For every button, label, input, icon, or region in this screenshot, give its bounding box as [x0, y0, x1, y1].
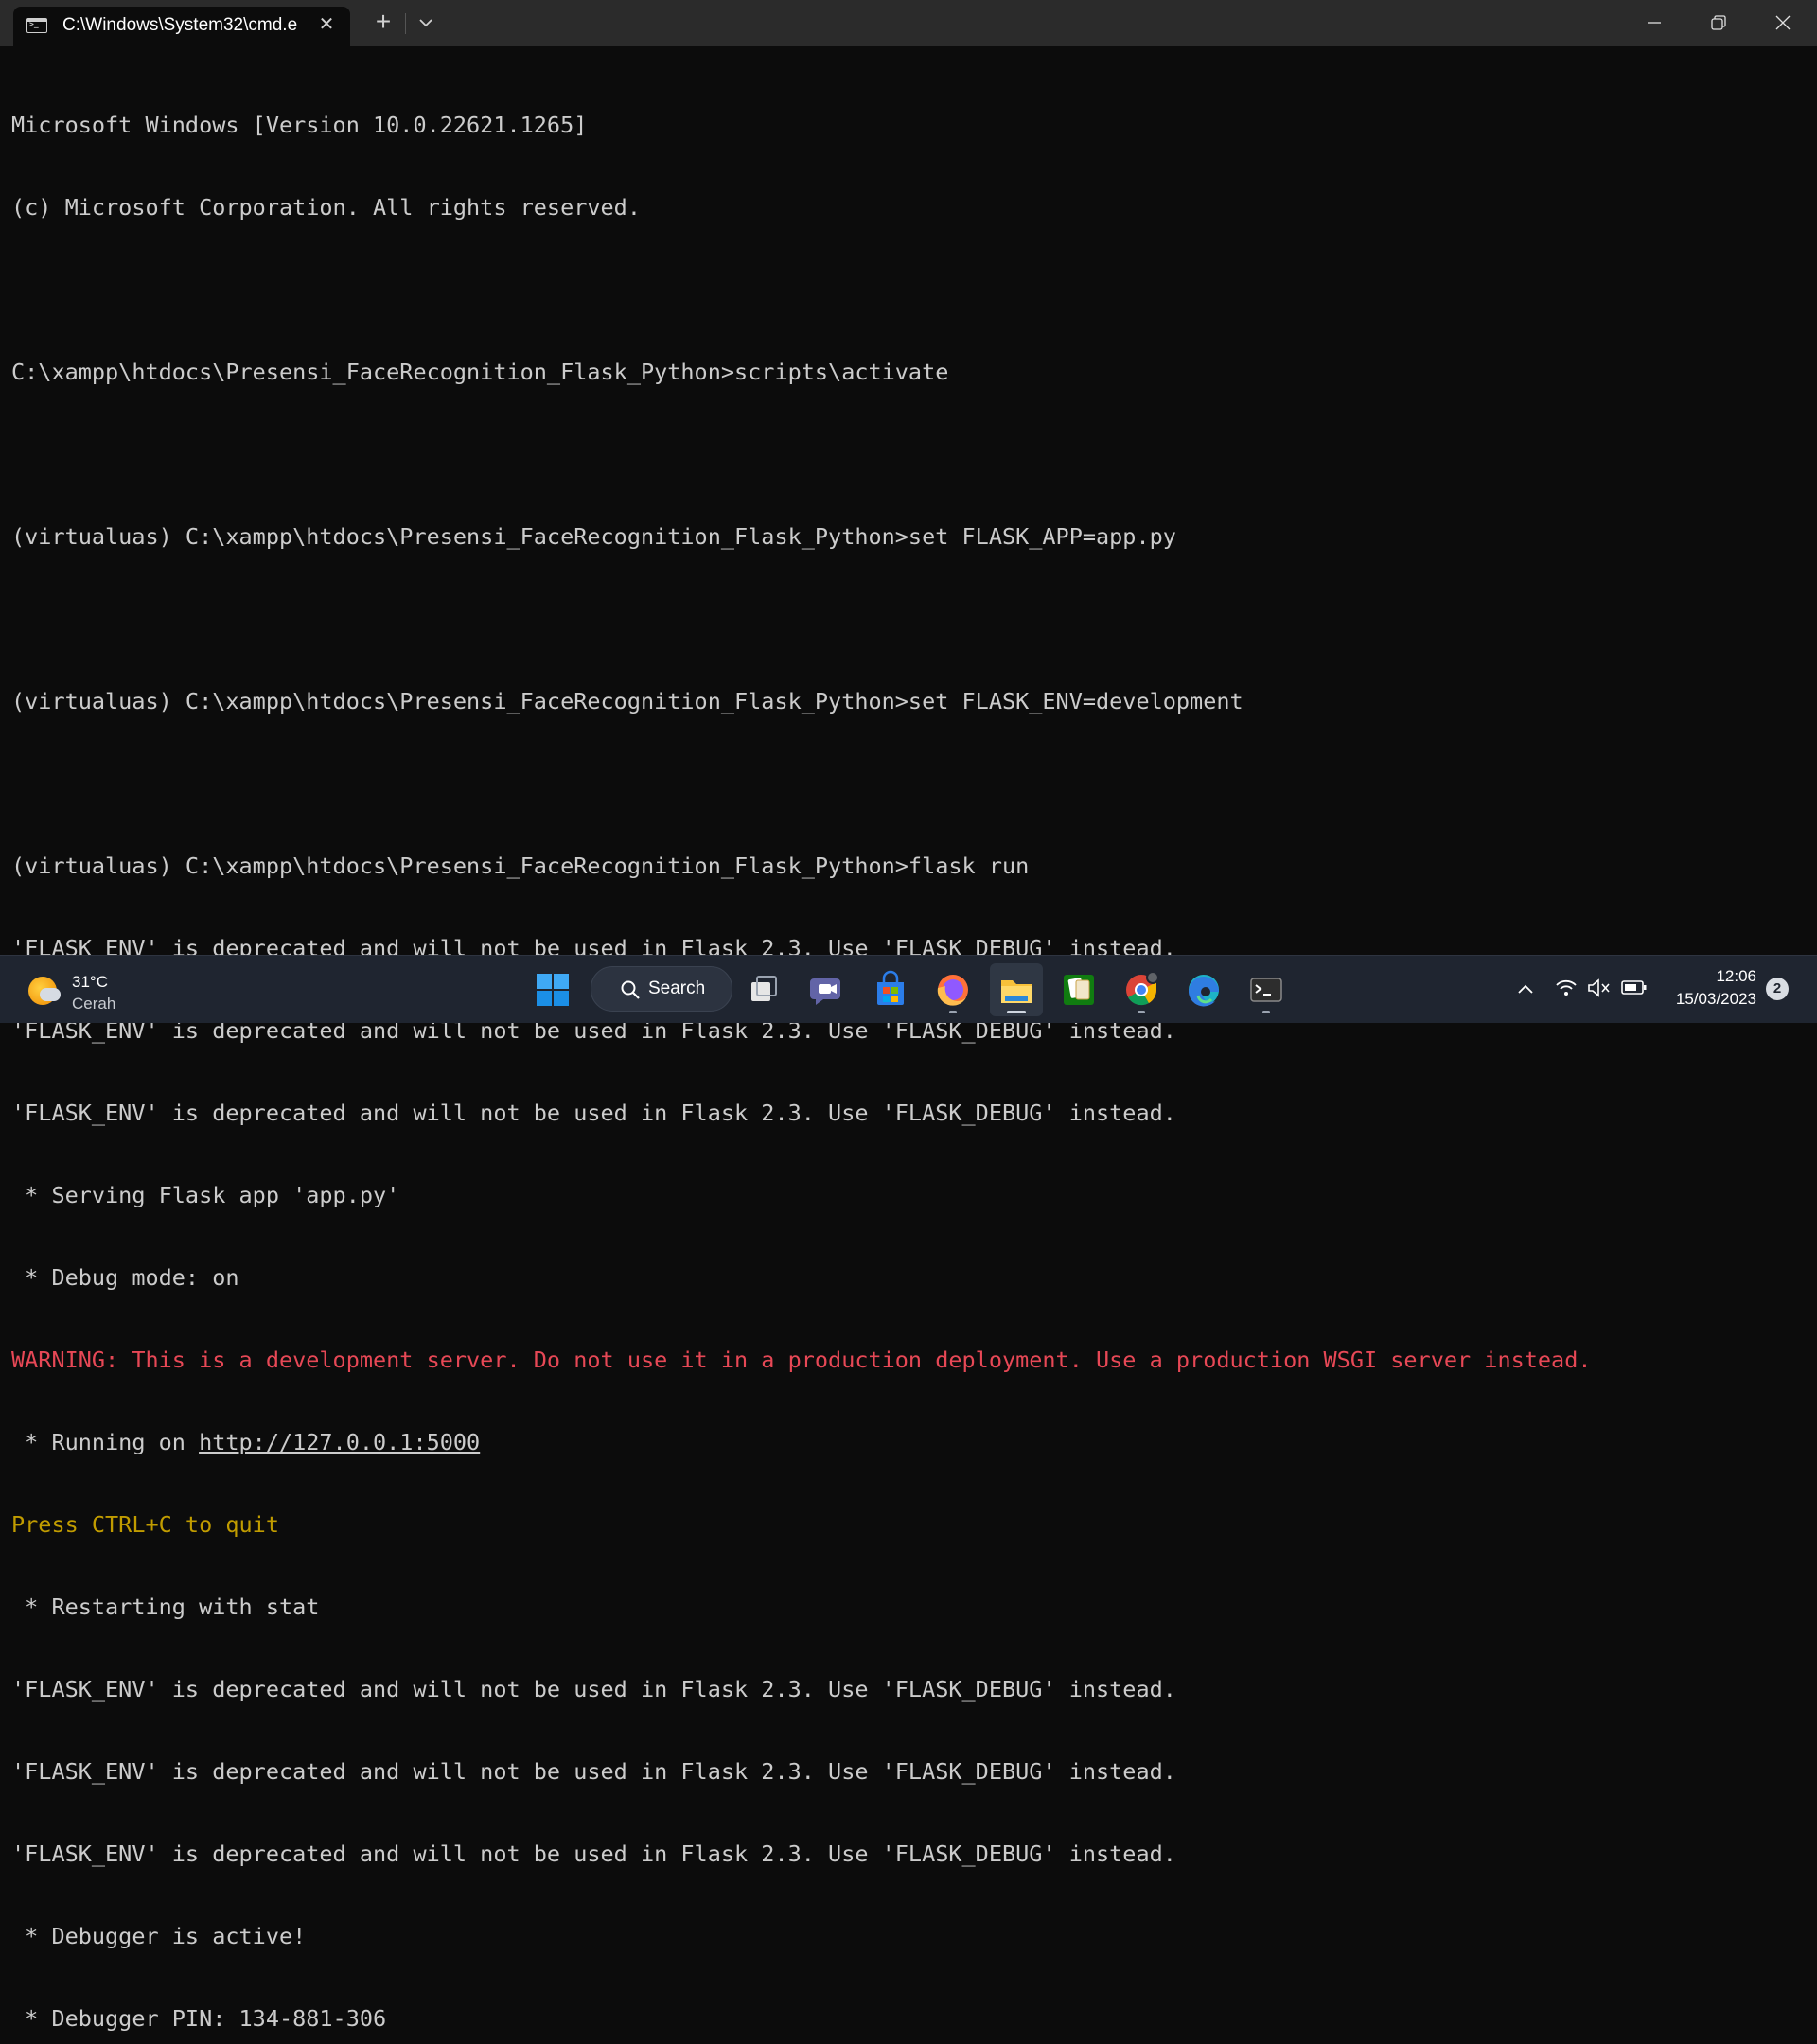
taskbar: 31°C Cerah Search 12:06 15/03/2023 2 — [0, 955, 1817, 1023]
chevron-up-icon[interactable] — [1514, 978, 1537, 1001]
file-explorer-button[interactable] — [990, 963, 1043, 1016]
running-indicator — [1138, 1011, 1145, 1013]
clock-time[interactable]: 12:06 — [1666, 967, 1756, 986]
minimize-button[interactable] — [1622, 0, 1686, 46]
firefox-icon — [937, 975, 968, 1006]
tab-separator — [405, 13, 406, 34]
terminal-line: * Restarting with stat — [11, 1594, 320, 1620]
search-icon — [621, 980, 640, 999]
terminal-line: Microsoft Windows [Version 10.0.22621.12… — [11, 112, 588, 138]
terminal-line: 'FLASK_ENV' is deprecated and will not b… — [11, 1676, 1176, 1702]
terminal-line: (virtualuas) C:\xampp\htdocs\Presensi_Fa… — [11, 523, 1176, 550]
title-bar: C:\Windows\System32\cmd.e ✕ + — [0, 0, 1817, 46]
tab-close-icon[interactable]: ✕ — [314, 12, 339, 37]
terminal-line: * Serving Flask app 'app.py' — [11, 1182, 400, 1208]
notification-badge[interactable]: 2 — [1766, 978, 1789, 1000]
chevron-down-icon[interactable] — [413, 9, 439, 36]
terminal-line: 'FLASK_ENV' is deprecated and will not b… — [11, 1758, 1176, 1785]
restore-icon — [1711, 15, 1726, 30]
minimize-icon — [1648, 22, 1661, 24]
task-view-icon — [751, 976, 777, 1001]
weather-temp: 31°C — [72, 973, 108, 991]
tab-title: C:\Windows\System32\cmd.e — [62, 15, 298, 35]
task-view-button[interactable] — [736, 963, 789, 1016]
terminal-line: * Debugger PIN: 134-881-306 — [11, 2005, 387, 2032]
terminal-line: C:\xampp\htdocs\Presensi_FaceRecognition… — [11, 359, 949, 385]
terminal-line: (virtualuas) C:\xampp\htdocs\Presensi_Fa… — [11, 688, 1244, 714]
weather-cloud-icon — [40, 988, 61, 1001]
teams-chat-button[interactable] — [801, 963, 854, 1016]
terminal-output[interactable]: Microsoft Windows [Version 10.0.22621.12… — [11, 57, 1809, 2032]
start-button[interactable] — [526, 963, 579, 1016]
file-explorer-icon — [1001, 980, 1032, 1003]
terminal-icon — [1250, 978, 1282, 1002]
new-tab-button[interactable]: + — [369, 8, 397, 36]
weather-condition: Cerah — [72, 995, 116, 1013]
weather-widget[interactable]: 31°C Cerah — [26, 965, 178, 1014]
terminal-line: * Debugger is active! — [11, 1923, 307, 1949]
running-indicator — [1262, 1011, 1270, 1013]
teams-chat-icon — [810, 978, 840, 1005]
clock-date[interactable]: 15/03/2023 — [1666, 990, 1756, 1009]
terminal-line: 'FLASK_ENV' is deprecated and will not b… — [11, 1100, 1176, 1126]
server-url-link[interactable]: http://127.0.0.1:5000 — [199, 1429, 480, 1455]
volume-muted-icon[interactable] — [1586, 977, 1613, 999]
terminal-line: (virtualuas) C:\xampp\htdocs\Presensi_Fa… — [11, 853, 1030, 879]
microsoft-store-icon — [877, 970, 904, 1005]
quit-hint-line: Press CTRL+C to quit — [11, 1511, 279, 1538]
chrome-button[interactable] — [1115, 963, 1168, 1016]
warning-line: WARNING: This is a development server. D… — [11, 1347, 1592, 1373]
search-label: Search — [648, 978, 706, 998]
chrome-icon — [1126, 971, 1159, 1006]
cmd-icon — [26, 18, 47, 33]
terminal-button[interactable] — [1240, 963, 1293, 1016]
tab-cmd[interactable]: C:\Windows\System32\cmd.e ✕ — [13, 7, 350, 46]
store-button[interactable] — [864, 963, 917, 1016]
active-indicator — [1007, 1011, 1026, 1013]
battery-icon[interactable] — [1621, 979, 1648, 996]
terminal-line: * Debug mode: on — [11, 1264, 239, 1291]
terminal-line: (c) Microsoft Corporation. All rights re… — [11, 194, 641, 220]
close-icon — [1775, 15, 1791, 30]
running-indicator — [949, 1011, 957, 1013]
solitaire-button[interactable] — [1052, 963, 1105, 1016]
wifi-icon[interactable] — [1554, 977, 1579, 999]
firefox-button[interactable] — [926, 963, 979, 1016]
running-on-label: * Running on — [11, 1429, 200, 1455]
edge-button[interactable] — [1177, 963, 1230, 1016]
running-on-line: * Running on http://127.0.0.1:5000 — [11, 1429, 1809, 1456]
restore-button[interactable] — [1686, 0, 1751, 46]
solitaire-icon — [1064, 975, 1094, 1005]
close-window-button[interactable] — [1751, 0, 1815, 46]
start-icon — [537, 974, 569, 1006]
edge-icon — [1189, 975, 1219, 1007]
terminal-line: 'FLASK_ENV' is deprecated and will not b… — [11, 1841, 1176, 1867]
taskbar-search-box[interactable]: Search — [591, 966, 732, 1012]
